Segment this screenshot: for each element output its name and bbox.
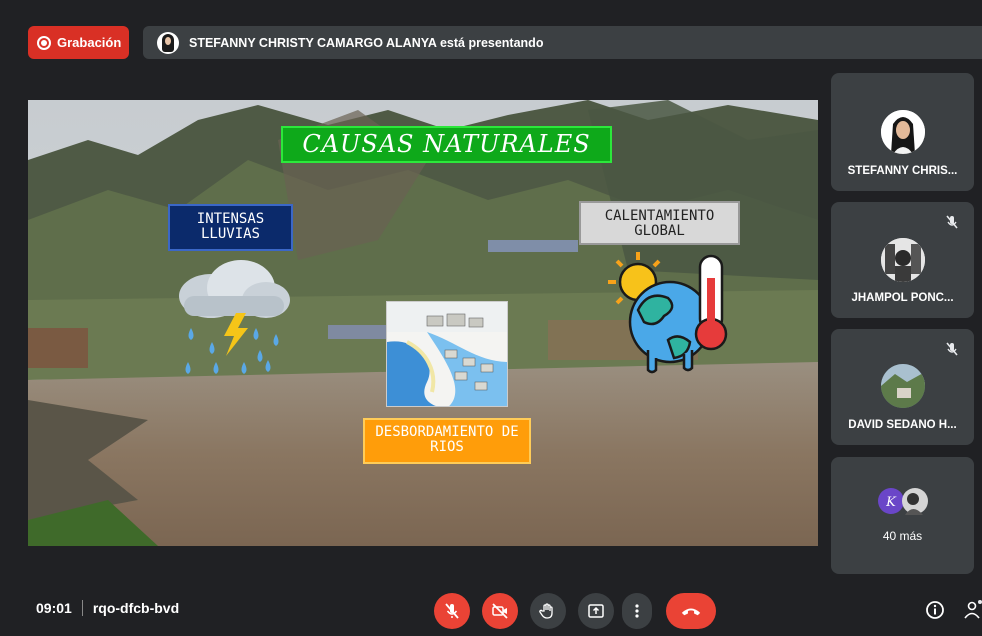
meeting-code: rqo-dfcb-bvd	[92, 600, 180, 616]
present-button[interactable]	[578, 593, 614, 629]
divider	[81, 600, 83, 616]
mic-off-icon	[445, 603, 459, 619]
recording-label: Grabación	[57, 35, 122, 50]
mic-off-button[interactable]	[434, 593, 470, 629]
participant-avatar	[880, 364, 925, 408]
participant-name: JHAMPOL PONC...	[851, 292, 954, 304]
leave-call-button[interactable]	[666, 593, 716, 629]
participant-tile[interactable]: JHAMPOL PONC...	[831, 202, 974, 318]
river-overflow-illustration	[386, 301, 508, 407]
slide-title: CAUSAS NATURALES	[281, 126, 612, 163]
cause-rain-label: INTENSAS LLUVIAS	[168, 204, 293, 251]
people-icon[interactable]	[964, 600, 982, 620]
presenter-banner: STEFANNY CHRISTY CAMARGO ALANYA está pre…	[143, 26, 982, 59]
camera-off-icon	[492, 603, 508, 619]
more-options-button[interactable]	[622, 593, 652, 629]
presenter-avatar	[157, 31, 179, 54]
cause-warming-label: CALENTAMIENTO GLOBAL	[579, 201, 740, 245]
cause-overflow-label: DESBORDAMIENTO DE RIOS	[363, 418, 531, 464]
record-icon	[37, 35, 51, 50]
hangup-icon	[681, 608, 701, 616]
more-participants-tile[interactable]: K 40 más	[831, 457, 974, 574]
mic-off-icon	[946, 342, 958, 356]
global-warming-icon	[608, 252, 728, 374]
present-icon	[588, 604, 604, 618]
mic-off-icon	[946, 215, 958, 229]
participant-name: STEFANNY CHRIS...	[847, 165, 958, 177]
meeting-time: 09:01	[36, 600, 72, 616]
more-participants-label: 40 más	[882, 529, 923, 543]
participant-tile[interactable]: DAVID SEDANO H...	[831, 329, 974, 445]
recording-indicator[interactable]: Grabación	[28, 26, 129, 59]
presenter-text: STEFANNY CHRISTY CAMARGO ALANYA está pre…	[189, 35, 544, 50]
participant-avatar	[880, 238, 925, 282]
more-participants-avatars: K	[878, 488, 928, 515]
hand-icon	[539, 603, 553, 619]
participant-avatar	[880, 110, 925, 154]
info-icon[interactable]	[925, 600, 945, 620]
storm-cloud-icon	[179, 260, 290, 374]
raise-hand-button[interactable]	[530, 593, 566, 629]
meeting-details[interactable]: 09:01 rqo-dfcb-bvd	[36, 600, 179, 616]
participant-name: DAVID SEDANO H...	[848, 419, 957, 431]
svg-text:K: K	[885, 495, 897, 510]
more-vert-icon	[635, 604, 639, 618]
participant-tile[interactable]: STEFANNY CHRIS...	[831, 73, 974, 191]
shared-presentation: CAUSAS NATURALES INTENSAS LLUVIAS CALENT…	[28, 100, 818, 546]
camera-off-button[interactable]	[482, 593, 518, 629]
